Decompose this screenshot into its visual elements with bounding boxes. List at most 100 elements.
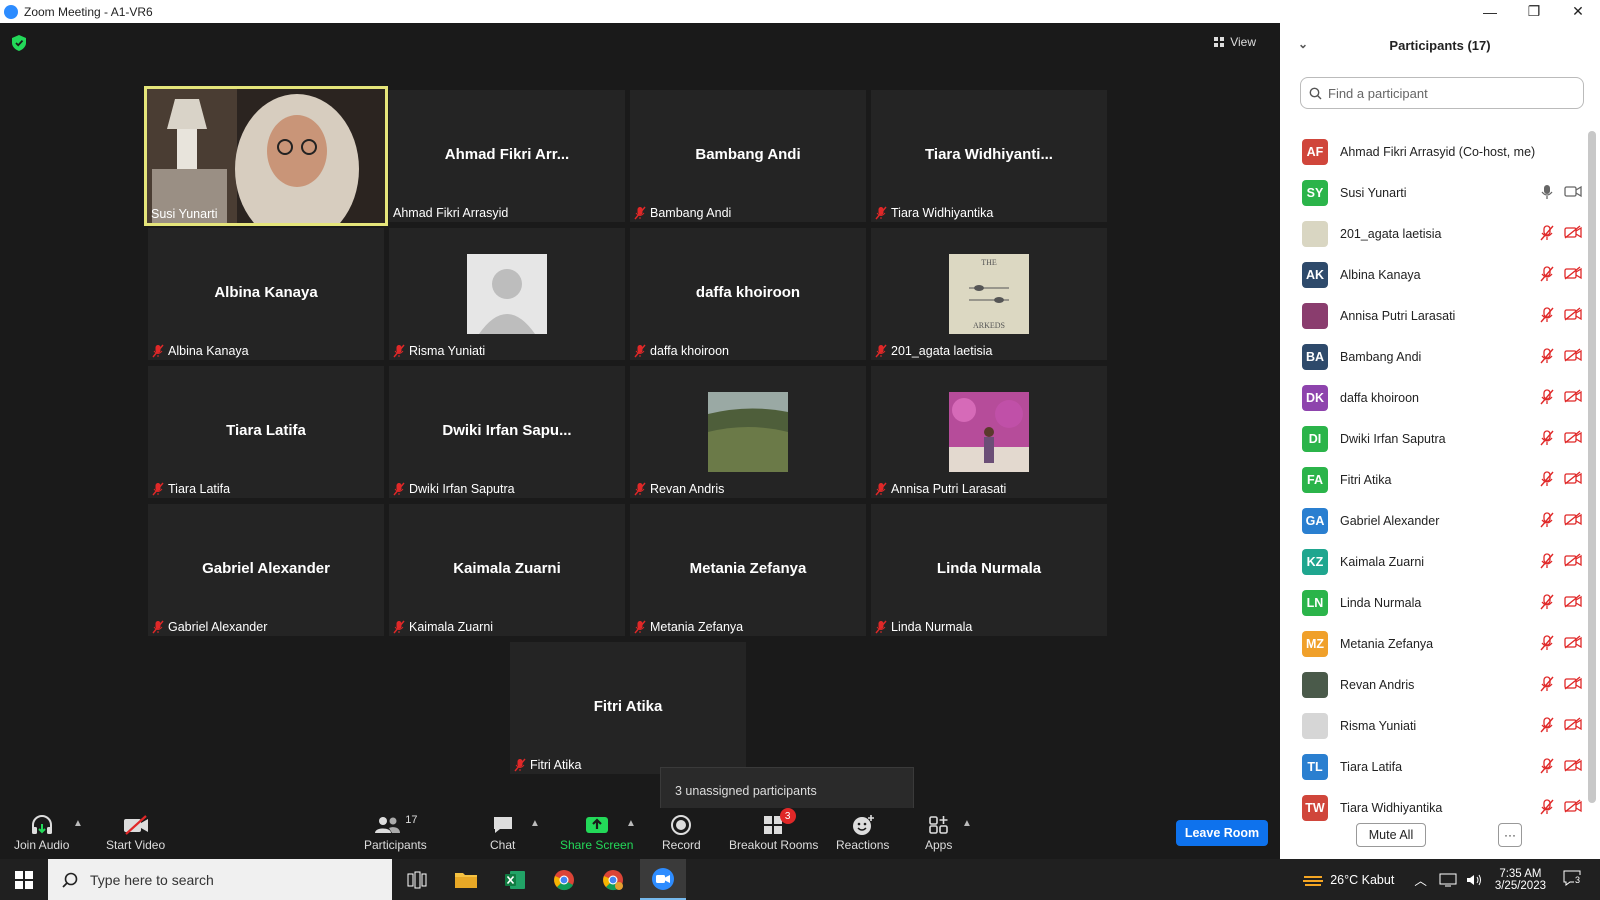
participant-search-input[interactable]: Find a participant: [1300, 77, 1584, 109]
participant-tile[interactable]: Albina Kanaya Albina Kanaya: [148, 228, 384, 360]
view-button[interactable]: View: [1214, 35, 1256, 49]
mic-muted-icon[interactable]: [1540, 471, 1554, 487]
mic-on-icon[interactable]: [1540, 184, 1554, 200]
video-off-icon[interactable]: [1564, 348, 1582, 362]
participant-list-item[interactable]: AK Albina Kanaya: [1280, 254, 1586, 295]
participant-list-item[interactable]: KZ Kaimala Zuarni: [1280, 541, 1586, 582]
participant-list-item[interactable]: Annisa Putri Larasati: [1280, 295, 1586, 336]
apps-button[interactable]: Apps: [925, 812, 952, 852]
video-off-icon[interactable]: [1564, 799, 1582, 813]
video-off-icon[interactable]: [1564, 758, 1582, 772]
participant-tile[interactable]: Dwiki Irfan Sapu... Dwiki Irfan Saputra: [389, 366, 625, 498]
encryption-shield-icon[interactable]: [12, 35, 26, 51]
participant-tile[interactable]: Gabriel Alexander Gabriel Alexander: [148, 504, 384, 636]
participant-list-item[interactable]: TW Tiara Widhiyantika: [1280, 787, 1586, 828]
video-off-icon[interactable]: [1564, 553, 1582, 567]
participant-tile[interactable]: Tiara Widhiyanti... Tiara Widhiyantika: [871, 90, 1107, 222]
video-icon[interactable]: [1564, 184, 1582, 198]
participant-list-item[interactable]: BA Bambang Andi: [1280, 336, 1586, 377]
mic-muted-icon[interactable]: [1540, 348, 1554, 364]
participant-list-item[interactable]: TL Tiara Latifa: [1280, 746, 1586, 787]
video-off-icon[interactable]: [1564, 471, 1582, 485]
mic-muted-icon[interactable]: [1540, 758, 1554, 774]
apps-options-caret-icon[interactable]: ▲: [962, 818, 972, 829]
participant-tile[interactable]: Revan Andris: [630, 366, 866, 498]
windows-start-icon[interactable]: [9, 865, 39, 895]
video-off-icon[interactable]: [1564, 430, 1582, 444]
participant-tile[interactable]: THE ARKEDS 201_agata laetisia: [871, 228, 1107, 360]
mic-muted-icon[interactable]: [1540, 389, 1554, 405]
participant-list-item[interactable]: DI Dwiki Irfan Saputra: [1280, 418, 1586, 459]
mic-muted-icon[interactable]: [1540, 799, 1554, 815]
taskbar-search-box[interactable]: Type here to search: [48, 859, 392, 900]
mic-muted-icon[interactable]: [1540, 430, 1554, 446]
record-button[interactable]: Record: [662, 812, 701, 852]
mic-muted-icon[interactable]: [1540, 225, 1554, 241]
participant-list-item[interactable]: 201_agata laetisia: [1280, 213, 1586, 254]
video-off-icon[interactable]: [1564, 225, 1582, 239]
participant-list-item[interactable]: MZ Metania Zefanya: [1280, 623, 1586, 664]
more-options-button[interactable]: ···: [1498, 823, 1522, 847]
weather-text[interactable]: 26°C Kabut: [1330, 873, 1394, 887]
participant-list-scrollbar[interactable]: [1588, 131, 1596, 803]
task-view-icon[interactable]: [402, 865, 432, 895]
participant-tile[interactable]: Fitri Atika Fitri Atika: [510, 642, 746, 774]
chrome-profile-icon[interactable]: [598, 865, 628, 895]
participant-list-item[interactable]: Revan Andris: [1280, 664, 1586, 705]
excel-icon[interactable]: [500, 865, 530, 895]
participant-list-item[interactable]: FA Fitri Atika: [1280, 459, 1586, 500]
collapse-chevron-icon[interactable]: ⌄: [1298, 37, 1308, 51]
mic-muted-icon[interactable]: [1540, 676, 1554, 692]
participant-list-item[interactable]: AF Ahmad Fikri Arrasyid (Co-host, me): [1280, 131, 1586, 172]
minimize-button[interactable]: —: [1468, 0, 1512, 23]
mic-muted-icon[interactable]: [1540, 307, 1554, 323]
participant-tile[interactable]: Tiara Latifa Tiara Latifa: [148, 366, 384, 498]
video-off-icon[interactable]: [1564, 676, 1582, 690]
zoom-taskbar-icon[interactable]: [640, 859, 686, 900]
participant-tile[interactable]: Linda Nurmala Linda Nurmala: [871, 504, 1107, 636]
join-audio-button[interactable]: Join Audio: [14, 812, 69, 852]
close-button[interactable]: ✕: [1556, 0, 1600, 23]
participant-tile[interactable]: Metania Zefanya Metania Zefanya: [630, 504, 866, 636]
share-options-caret-icon[interactable]: ▲: [626, 818, 636, 829]
video-off-icon[interactable]: [1564, 594, 1582, 608]
participants-button[interactable]: 17 Participants: [364, 812, 427, 852]
video-off-icon[interactable]: [1564, 389, 1582, 403]
share-screen-button[interactable]: Share Screen: [560, 812, 633, 852]
mic-muted-icon[interactable]: [1540, 594, 1554, 610]
participant-list-item[interactable]: SY Susi Yunarti: [1280, 172, 1586, 213]
participant-tile[interactable]: Ahmad Fikri Arr... Ahmad Fikri Arrasyid: [389, 90, 625, 222]
participant-list-item[interactable]: Risma Yuniati: [1280, 705, 1586, 746]
volume-icon[interactable]: [1465, 872, 1483, 888]
participant-tile[interactable]: Bambang Andi Bambang Andi: [630, 90, 866, 222]
mic-muted-icon[interactable]: [1540, 512, 1554, 528]
video-off-icon[interactable]: [1564, 635, 1582, 649]
participant-list-item[interactable]: DK daffa khoiroon: [1280, 377, 1586, 418]
active-speaker-tile[interactable]: Susi Yunarti: [144, 86, 388, 226]
mic-muted-icon[interactable]: [1540, 717, 1554, 733]
mic-muted-icon[interactable]: [1540, 553, 1554, 569]
participant-list-item[interactable]: LN Linda Nurmala: [1280, 582, 1586, 623]
clock[interactable]: 7:35 AM 3/25/2023: [1495, 868, 1546, 892]
chat-button[interactable]: Chat: [490, 812, 515, 852]
notifications-icon[interactable]: 3: [1562, 869, 1582, 890]
participant-tile[interactable]: daffa khoiroon daffa khoiroon: [630, 228, 866, 360]
participant-tile[interactable]: Kaimala Zuarni Kaimala Zuarni: [389, 504, 625, 636]
video-off-icon[interactable]: [1564, 717, 1582, 731]
chat-options-caret-icon[interactable]: ▲: [530, 818, 540, 829]
tray-overflow-caret-icon[interactable]: ︿: [1414, 870, 1427, 889]
mic-muted-icon[interactable]: [1540, 635, 1554, 651]
video-off-icon[interactable]: [1564, 266, 1582, 280]
network-icon[interactable]: [1439, 872, 1457, 888]
participant-tile[interactable]: Risma Yuniati: [389, 228, 625, 360]
restore-button[interactable]: ❐: [1512, 0, 1556, 23]
mute-all-button[interactable]: Mute All: [1356, 823, 1426, 847]
file-explorer-icon[interactable]: [451, 865, 481, 895]
video-off-icon[interactable]: [1564, 307, 1582, 321]
video-off-icon[interactable]: [1564, 512, 1582, 526]
participant-tile[interactable]: Annisa Putri Larasati: [871, 366, 1107, 498]
leave-room-button[interactable]: Leave Room: [1176, 820, 1268, 846]
audio-options-caret-icon[interactable]: ▲: [73, 818, 83, 829]
chrome-icon[interactable]: [549, 865, 579, 895]
reactions-button[interactable]: Reactions: [836, 812, 889, 852]
